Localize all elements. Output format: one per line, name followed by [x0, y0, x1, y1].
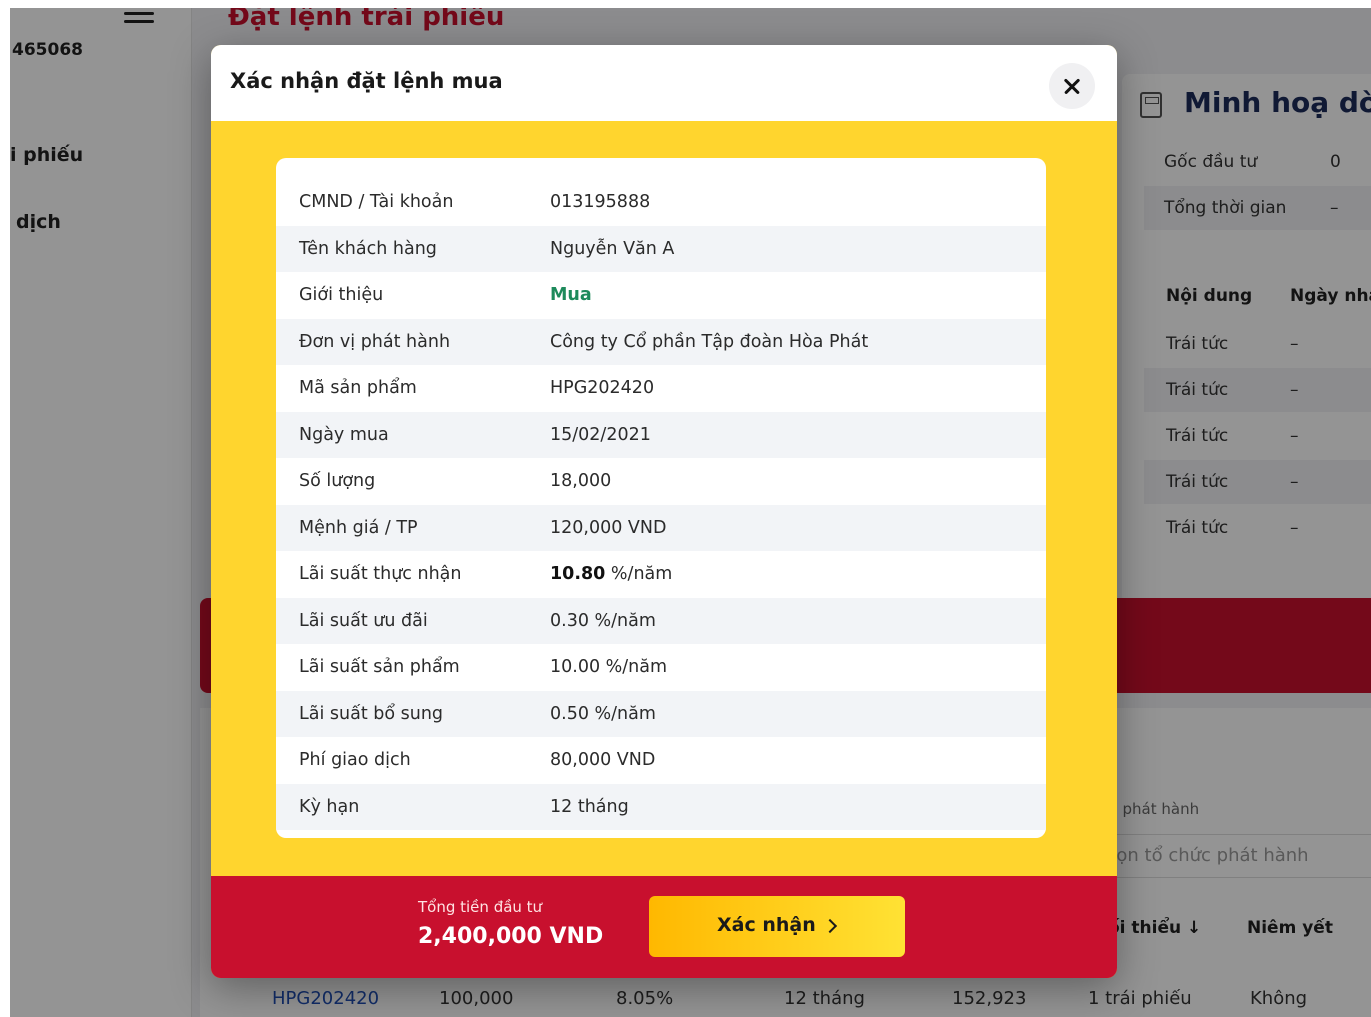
- net-rate-value: 10.80: [550, 564, 606, 584]
- detail-value: 15/02/2021: [550, 424, 651, 445]
- detail-label: Giới thiệu: [299, 285, 384, 305]
- detail-value: 013195888: [550, 192, 651, 212]
- detail-value: 120,000 VND: [550, 517, 667, 538]
- detail-row-quantity: Số lượng 18,000: [276, 458, 1046, 505]
- modal-footer: Tổng tiền đầu tư 2,400,000 VND Xác nhận: [211, 876, 1117, 978]
- detail-row-intro: Giới thiệu Mua: [276, 272, 1046, 319]
- detail-label: Đơn vị phát hành: [299, 331, 451, 352]
- detail-label: Lãi suất bổ sung: [299, 703, 444, 724]
- detail-row-product-code: Mã sản phẩm HPG202420: [276, 365, 1046, 412]
- detail-row-id: CMND / Tài khoản 013195888: [276, 179, 1046, 226]
- detail-row-fee: Phí giao dịch 80,000 VND: [276, 737, 1046, 784]
- detail-row-bonus-rate: Lãi suất bổ sung 0.50 %/năm: [276, 690, 1046, 737]
- detail-row-buy-date: Ngày mua 15/02/2021: [276, 411, 1046, 458]
- confirm-button-label: Xác nhận: [717, 914, 816, 936]
- detail-label: Lãi suất thực nhận: [299, 564, 462, 584]
- confirm-buy-order-modal: Xác nhận đặt lệnh mua CMND / Tài khoản 01…: [211, 45, 1117, 978]
- detail-value: 0.50 %/năm: [550, 703, 656, 724]
- detail-value: 12 tháng: [550, 796, 629, 817]
- detail-label: CMND / Tài khoản: [299, 192, 454, 212]
- total-investment-label: Tổng tiền đầu tư: [418, 898, 543, 916]
- detail-value: Công ty Cổ phần Tập đoàn Hòa Phát: [550, 331, 869, 352]
- detail-value: HPG202420: [550, 378, 655, 398]
- detail-row-product-rate: Lãi suất sản phẩm 10.00 %/năm: [276, 644, 1046, 691]
- modal-title: Xác nhận đặt lệnh mua: [230, 69, 503, 93]
- detail-label: Ngày mua: [299, 424, 389, 445]
- detail-value: Nguyễn Văn A: [550, 238, 675, 259]
- detail-row-preferential-rate: Lãi suất ưu đãi 0.30 %/năm: [276, 597, 1046, 644]
- detail-row-term: Kỳ hạn 12 tháng: [276, 783, 1046, 830]
- net-rate-unit: %/năm: [605, 564, 673, 584]
- detail-value: 0.30 %/năm: [550, 610, 656, 631]
- confirm-button[interactable]: Xác nhận: [649, 896, 905, 957]
- detail-value: 80,000 VND: [550, 750, 656, 770]
- modal-header: Xác nhận đặt lệnh mua: [211, 45, 1117, 121]
- detail-row-issuer: Đơn vị phát hành Công ty Cổ phần Tập đoàn…: [276, 318, 1046, 365]
- detail-label: Mã sản phẩm: [299, 378, 417, 398]
- total-investment-value: 2,400,000 VND: [418, 924, 604, 949]
- order-details-card: CMND / Tài khoản 013195888 Tên khách hàng…: [276, 158, 1046, 838]
- chevron-right-icon: [822, 918, 838, 934]
- detail-label: Số lượng: [299, 471, 376, 491]
- detail-label: Tên khách hàng: [299, 238, 437, 259]
- detail-row-par-value: Mệnh giá / TP 120,000 VND: [276, 504, 1046, 551]
- detail-label: Lãi suất sản phẩm: [299, 657, 460, 677]
- detail-row-net-rate: Lãi suất thực nhận 10.80 %/năm: [276, 551, 1046, 598]
- detail-value: 10.00 %/năm: [550, 657, 668, 677]
- detail-label: Mệnh giá / TP: [299, 517, 418, 538]
- detail-value: 18,000: [550, 471, 612, 491]
- detail-label: Kỳ hạn: [299, 796, 360, 817]
- detail-row-customer: Tên khách hàng Nguyễn Văn A: [276, 225, 1046, 272]
- close-icon[interactable]: [1049, 63, 1095, 109]
- detail-value: 10.80 %/năm: [550, 551, 672, 598]
- detail-label: Phí giao dịch: [299, 750, 411, 770]
- detail-value: Mua: [550, 285, 592, 305]
- detail-label: Lãi suất ưu đãi: [299, 610, 428, 631]
